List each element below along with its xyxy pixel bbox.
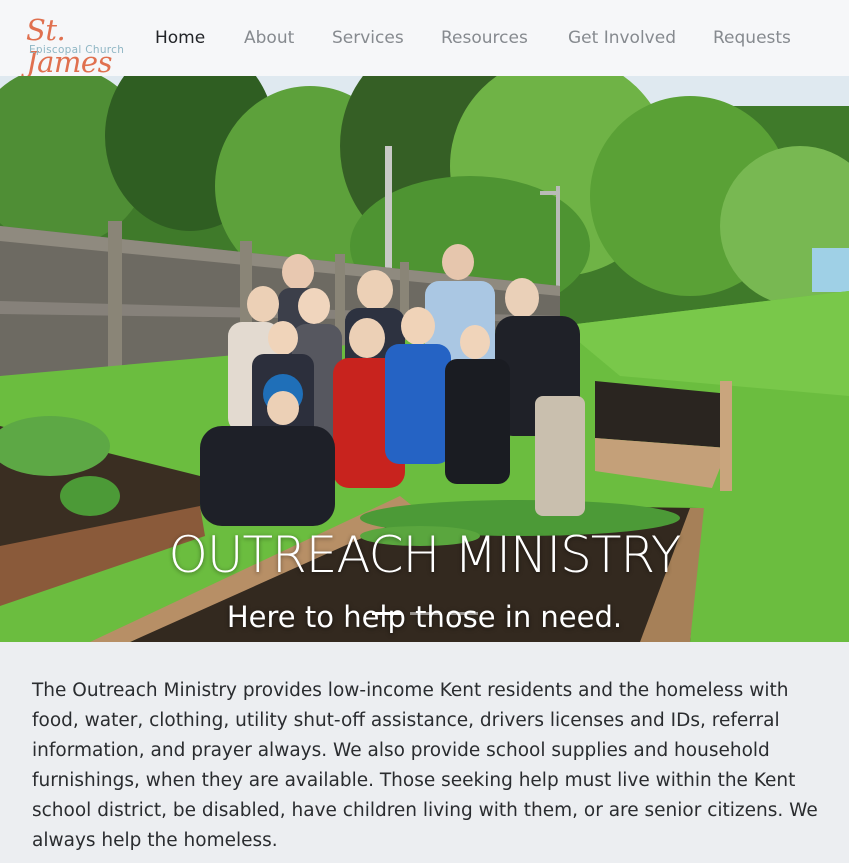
nav-item-get-involved[interactable]: Get Involved [568,27,676,49]
nav-item-services[interactable]: Services [332,27,404,49]
carousel-indicators [372,612,478,616]
carousel-indicator-2[interactable] [410,612,440,615]
nav-item-home[interactable]: Home [155,27,205,49]
hero-title: OUTREACH MINISTRY [168,526,682,584]
page: St. James Episcopal Church Home About Se… [0,0,849,863]
nav-item-about[interactable]: About [244,27,294,49]
carousel-indicator-3[interactable] [448,612,478,615]
distant-building [812,248,849,292]
ministry-description: The Outreach Ministry provides low-incom… [32,680,818,851]
navbar: St. James Episcopal Church Home About Se… [0,0,849,78]
carousel-indicator-1[interactable] [372,612,402,615]
main-nav: Home About Services Resources Get Involv… [0,0,849,76]
nav-item-requests[interactable]: Requests [713,27,791,49]
hero-subtitle: Here to help those in need. [226,600,623,634]
nav-item-resources[interactable]: Resources [441,27,528,49]
hero-carousel[interactable]: OUTREACH MINISTRY Here to help those in … [0,76,849,642]
